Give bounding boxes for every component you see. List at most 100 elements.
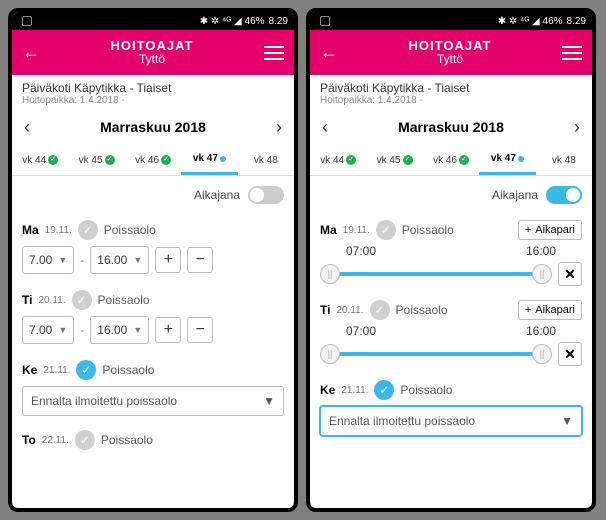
remove-timepair-button[interactable]: ✕ [558,342,582,366]
caret-down-icon: ▼ [133,255,142,265]
timeline-toggle-row: Aikajana [12,176,294,214]
month-nav: ‹ Marraskuu 2018 › [310,109,592,145]
place-name: Päiväkoti Käpytikka - Tiaiset [320,81,582,95]
subheader: Päiväkoti Käpytikka - Tiaiset Hoitopaikk… [310,75,592,109]
absence-reason-select[interactable]: Ennalta ilmoitettu poissaolo ▼ [22,386,284,416]
check-icon: ✓ [346,155,356,165]
back-button[interactable]: ← [22,42,40,63]
back-button[interactable]: ← [320,42,338,63]
end-time-label: 16:00 [526,324,556,338]
day-name: Ti [22,293,32,307]
add-aikapari-button[interactable]: +Aikapari [518,300,582,320]
add-timepair-button[interactable]: + [155,317,181,343]
start-time-label: 07:00 [346,244,376,258]
slider-thumb-start[interactable]: || [320,264,340,284]
menu-button[interactable] [264,42,284,64]
time-dash: - [80,323,84,337]
check-icon: ✓ [459,155,469,165]
remove-timepair-button[interactable]: ✕ [558,262,582,286]
week-tab-48[interactable]: vk 48 [238,145,294,175]
plus-icon: + [525,224,531,236]
week-tab-44[interactable]: vk 44✓ [310,145,366,175]
phone-left: ✱ ✲ ⁴ᴳ ◢ 46% 8.29 ← HOITOAJAT Tyttö Päiv… [8,8,298,512]
absence-checkbox[interactable]: ✓ [376,220,396,240]
place-since: Hoitopaikka: 1.4.2018 - [320,95,582,106]
absence-reason-label: Ennalta ilmoitettu poissaolo [329,414,475,428]
app-bar: ← HOITOAJAT Tyttö [310,30,592,75]
start-time-select[interactable]: 7.00▼ [22,316,74,344]
day-header-to: To 22.11. ✓ Poissaolo [22,424,284,452]
week-tab-45[interactable]: vk 45✓ [68,145,124,175]
absence-label: Poissaolo [101,433,153,447]
next-month-button[interactable]: › [570,113,584,142]
add-aikapari-button[interactable]: +Aikapari [518,220,582,240]
subheader: Päiväkoti Käpytikka - Tiaiset Hoitopaikk… [12,75,294,109]
week-tab-44[interactable]: vk 44✓ [12,145,68,175]
phone-right: ✱ ✲ ⁴ᴳ ◢ 46% 8.29 ← HOITOAJAT Tyttö Päiv… [306,8,596,512]
timeline-toggle[interactable] [546,186,582,204]
appbar-subtitle: Tyttö [40,53,264,66]
prev-month-button[interactable]: ‹ [318,113,332,142]
timeline-toggle-label: Aikajana [492,188,538,202]
app-bar: ← HOITOAJAT Tyttö [12,30,294,75]
appbar-title: HOITOAJAT [338,39,562,53]
slider-thumb-start[interactable]: || [320,344,340,364]
time-slider-row: || || ✕ [320,258,582,294]
day-header-ma: Ma 19.11. ✓ Poissaolo [22,214,284,242]
week-tabs: vk 44✓ vk 45✓ vk 46✓ vk 47 vk 48 [310,145,592,176]
time-range-slider[interactable]: || || [320,343,552,365]
week-tab-46[interactable]: vk 46✓ [125,145,181,175]
week-tab-48[interactable]: vk 48 [536,145,592,175]
camera-icon [320,16,330,26]
timeline-toggle-row: Aikajana [310,176,592,214]
add-timepair-button[interactable]: + [155,247,181,273]
day-date: 20.11. [336,305,363,316]
week-tab-45[interactable]: vk 45✓ [366,145,422,175]
time-row: 7.00▼ - 16.00▼ + − [22,242,284,284]
absence-checkbox[interactable]: ✓ [78,220,98,240]
day-date: 21.11. [43,365,70,376]
day-name: Ti [320,303,330,317]
absence-checkbox[interactable]: ✓ [76,360,96,380]
check-icon: ✓ [161,155,171,165]
remove-timepair-button[interactable]: − [187,317,213,343]
week-tab-47[interactable]: vk 47 [479,145,535,175]
day-header-ma: Ma 19.11. ✓ Poissaolo +Aikapari [320,214,582,242]
day-date: 20.11. [38,295,65,306]
absence-checkbox[interactable]: ✓ [374,380,394,400]
prev-month-button[interactable]: ‹ [20,113,34,142]
month-label: Marraskuu 2018 [332,119,570,135]
week-tab-46[interactable]: vk 46✓ [423,145,479,175]
time-labels: 07:00 16:00 [320,242,582,258]
time-dash: - [80,253,84,267]
day-header-ti: Ti 20.11. ✓ Poissaolo [22,284,284,312]
time-slider-row: || || ✕ [320,338,582,374]
status-bar: ✱ ✲ ⁴ᴳ ◢ 46% 8.29 [12,12,294,30]
slider-thumb-end[interactable]: || [532,344,552,364]
month-label: Marraskuu 2018 [34,119,272,135]
camera-icon [22,16,32,26]
week-tab-47[interactable]: vk 47 [181,145,237,175]
day-name: Ma [22,223,39,237]
caret-down-icon: ▼ [133,325,142,335]
end-time-select[interactable]: 16.00▼ [90,316,149,344]
start-time-select[interactable]: 7.00▼ [22,246,74,274]
next-month-button[interactable]: › [272,113,286,142]
end-time-select[interactable]: 16.00▼ [90,246,149,274]
slider-thumb-end[interactable]: || [532,264,552,284]
timeline-toggle[interactable] [248,186,284,204]
timeline-toggle-label: Aikajana [194,188,240,202]
status-icons: ✱ ✲ ⁴ᴳ ◢ 46% [498,16,563,27]
time-range-slider[interactable]: || || [320,263,552,285]
absence-reason-select[interactable]: Ennalta ilmoitettu poissaolo ▼ [320,406,582,436]
plus-icon: + [525,304,531,316]
absence-checkbox[interactable]: ✓ [370,300,390,320]
remove-timepair-button[interactable]: − [187,247,213,273]
status-bar: ✱ ✲ ⁴ᴳ ◢ 46% 8.29 [310,12,592,30]
absence-label: Poissaolo [396,303,448,317]
check-icon: ✓ [48,155,58,165]
caret-down-icon: ▼ [58,255,67,265]
absence-checkbox[interactable]: ✓ [75,430,95,450]
menu-button[interactable] [562,42,582,64]
absence-checkbox[interactable]: ✓ [72,290,92,310]
